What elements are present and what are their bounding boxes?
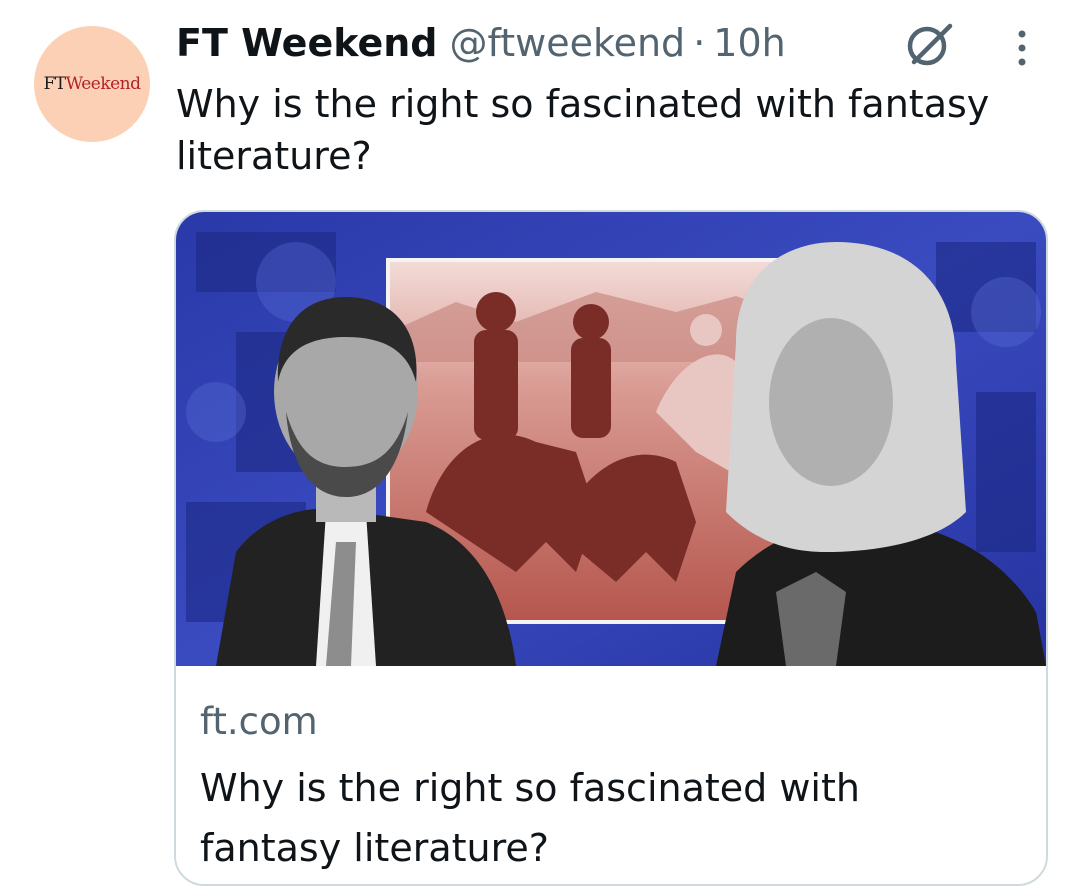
link-card[interactable]: ft.com Why is the right so fascinated wi… — [174, 210, 1048, 886]
avatar-logo-ft: FT — [43, 74, 66, 94]
handle[interactable]: @ftweekend — [450, 18, 686, 68]
article-image[interactable] — [176, 212, 1046, 666]
tweet-text: Why is the right so fascinated with fant… — [176, 82, 990, 178]
avatar[interactable]: FT Weekend — [34, 26, 150, 142]
separator-dot: · — [693, 21, 706, 65]
tweet[interactable]: FT Weekend FT Weekend @ftweekend · 10h Wh… — [0, 0, 1080, 892]
timestamp[interactable]: 10h — [713, 18, 785, 68]
card-title: Why is the right so fascinated with fant… — [200, 766, 860, 870]
more-options-icon[interactable] — [1010, 28, 1034, 68]
tweet-header: FT Weekend @ftweekend · 10h — [176, 18, 786, 68]
avatar-logo-weekend: Weekend — [65, 74, 141, 94]
display-name[interactable]: FT Weekend — [176, 18, 438, 68]
card-domain: ft.com — [200, 700, 318, 743]
grok-icon[interactable] — [900, 20, 956, 70]
